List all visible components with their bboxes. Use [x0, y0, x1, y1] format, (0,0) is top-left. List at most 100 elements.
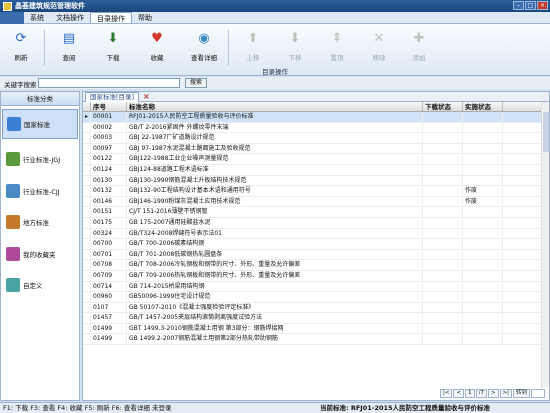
goto-button[interactable]: 转到 — [513, 389, 531, 398]
row-number: 00132 — [91, 186, 127, 196]
view-button[interactable]: ▤ 查阅 — [52, 28, 86, 66]
column-header-name[interactable]: 标准名称 — [127, 102, 423, 111]
prev-page-button[interactable]: < — [453, 389, 465, 398]
table-row[interactable]: 00175 GB 175-2007通用硅酸盐水泥 — [83, 217, 549, 229]
download-status — [423, 186, 463, 196]
favorite-button[interactable]: ♥ 收藏 — [140, 28, 174, 66]
download-status — [423, 122, 463, 133]
column-header-no[interactable]: 序号 — [91, 102, 127, 111]
move-down-button[interactable]: ⬇ 下移 — [278, 28, 312, 66]
maximize-icon[interactable]: □ — [525, 1, 536, 10]
table-row[interactable]: 00151 CJ/T 151-2016薄壁不锈钢管 — [83, 207, 549, 218]
table-row[interactable]: 00124 GBJ124-88道路工程术语标准 — [83, 164, 549, 176]
menu-system[interactable]: 系统 — [24, 12, 50, 23]
table-row[interactable]: 00708 GB/T 708-2006冷轧钢板和钢带的尺寸、外形、重量及允许偏差 — [83, 260, 549, 271]
table-row[interactable]: 00709 GB/T 709-2006热轧钢板和钢带的尺寸、外形、重量及允许偏差 — [83, 270, 549, 282]
scrollbar-thumb[interactable] — [543, 112, 549, 152]
table-row[interactable]: 01457 GB/T 1457-2005夹层结构滚筒剥离强度试验方法 — [83, 313, 549, 324]
column-header-status[interactable]: 实施状态 — [463, 102, 503, 111]
standard-name: GB 714-2015桥梁用结构钢 — [127, 281, 423, 292]
status-bar: F1: 下载 F3: 查看 F4: 收藏 F5: 刷新 F6: 查看详细 未登录… — [0, 402, 550, 413]
implementation-status — [463, 249, 503, 260]
download-status — [423, 133, 463, 143]
table-row[interactable]: 00003 GBJ 22-1987厂矿道路设计规范 — [83, 133, 549, 144]
row-indicator — [83, 334, 91, 345]
table-row[interactable]: 00002 GB/T 2-2016紧固件 外螺纹零件末端 — [83, 122, 549, 134]
table-row[interactable]: 00132 GBJ132-90工程结构设计基本术语和通用符号 作废 — [83, 186, 549, 197]
column-header-download[interactable]: 下载状态 — [423, 102, 463, 111]
app-menu-button[interactable] — [0, 12, 24, 24]
next-page-button[interactable]: > — [487, 389, 499, 398]
standard-name: GB/T 1457-2005夹层结构滚筒剥离强度试验方法 — [127, 313, 423, 323]
implementation-status — [463, 217, 503, 228]
tab-strip: 国家标准[目录] × — [83, 92, 549, 102]
sidebar-item-local[interactable]: 地方标准 — [2, 207, 78, 237]
first-page-button[interactable]: |< — [440, 389, 453, 398]
tab-national-catalog[interactable]: 国家标准[目录] — [85, 92, 140, 102]
folder-icon — [6, 152, 20, 166]
ribbon-separator — [44, 30, 45, 66]
refresh-button[interactable]: ⟳ 刷新 — [4, 28, 38, 66]
standard-name: CJ/T 151-2016薄壁不锈钢管 — [127, 207, 423, 217]
close-icon[interactable]: × — [537, 1, 548, 10]
table-row[interactable]: 01499 GBT 1499.3-2010钢筋混凝土用钢 第3部分：钢筋焊接网 — [83, 323, 549, 335]
vertical-scrollbar[interactable] — [541, 102, 549, 388]
sidebar-item-jgj[interactable]: 行业标准-JGJ — [2, 144, 78, 174]
menu-catalog[interactable]: 目录操作 — [90, 12, 132, 23]
remove-button[interactable]: ✕ 移除 — [362, 28, 396, 66]
close-icon[interactable]: × — [143, 92, 150, 101]
download-button[interactable]: ⬇ 下载 — [96, 28, 130, 66]
row-number: 00151 — [91, 207, 127, 217]
row-indicator — [83, 249, 91, 260]
table-row[interactable]: 01499 GB 1499.2-2007钢筋混凝土用钢第2部分热轧带肋钢筋 — [83, 334, 549, 346]
sidebar-item-national[interactable]: 国家标准 — [2, 109, 78, 139]
sidebar-item-favorites[interactable]: 我的收藏夹 — [2, 239, 78, 269]
ribbon-separator — [228, 30, 229, 66]
table-row[interactable]: 00714 GB 714-2015桥梁用结构钢 — [83, 281, 549, 293]
table-row[interactable]: 00146 GBJ146-1990粉煤灰混凝土应用技术规范 作废 — [83, 196, 549, 208]
minimize-icon[interactable]: – — [513, 1, 524, 10]
move-up-button[interactable]: ⬆ 上移 — [236, 28, 270, 66]
standard-name: GB/T 701-2008低碳钢热轧圆盘条 — [127, 249, 423, 260]
catalog-panel: 国家标准[目录] × 序号 标准名称 下载状态 实施状态 ▸ 00001 RFJ01… — [82, 91, 550, 401]
row-indicator — [83, 313, 91, 323]
table-row[interactable]: 00130 GBJ130-1990钢筋混凝土升板结构技术规范 — [83, 175, 549, 187]
table-row[interactable]: 0107 GB 50107-2010《混凝土强度检验评定标准》 — [83, 302, 549, 314]
download-status — [423, 228, 463, 239]
table-row[interactable]: 00700 GB/T 700-2006碳素结构钢 — [83, 239, 549, 250]
table-row[interactable]: 00097 GBJ 97-1987水泥混凝土路面施工及验收规范 — [83, 143, 549, 155]
download-status — [423, 281, 463, 292]
row-indicator — [83, 143, 91, 154]
table-row[interactable]: 00122 GBJ122-1988工业企业噪声测量规范 — [83, 154, 549, 165]
folder-icon — [6, 215, 20, 229]
standard-name: GB50096-1999住宅设计规范 — [127, 292, 423, 302]
last-page-button[interactable]: >| — [499, 389, 513, 398]
add-button[interactable]: ✚ 添加 — [402, 28, 436, 66]
menu-help[interactable]: 帮助 — [132, 12, 158, 23]
row-number: 00146 — [91, 196, 127, 207]
table-row[interactable]: 00960 GB50096-1999住宅设计规范 — [83, 292, 549, 303]
implementation-status: 作废 — [463, 196, 503, 207]
row-number: 00701 — [91, 249, 127, 260]
implementation-status — [463, 334, 503, 345]
sidebar-item-cjj[interactable]: 行业标准-CJJ — [2, 176, 78, 206]
page-total: /7 — [475, 389, 487, 398]
menu-document[interactable]: 文档操作 — [50, 12, 90, 23]
download-status — [423, 260, 463, 270]
table-row[interactable]: 00701 GB/T 701-2008低碳钢热轧圆盘条 — [83, 249, 549, 261]
implementation-status — [463, 270, 503, 281]
move-top-button[interactable]: ⇞ 置顶 — [320, 28, 354, 66]
page-number[interactable]: 1 — [465, 389, 475, 398]
standard-name: GB/T 708-2006冷轧钢板和钢带的尺寸、外形、重量及允许偏差 — [127, 260, 423, 270]
search-input[interactable] — [38, 78, 180, 88]
implementation-status — [463, 323, 503, 334]
table-row[interactable]: ▸ 00001 RFJ01-2015人民防空工程质量验收与评价标准 — [83, 112, 549, 123]
search-button[interactable]: 搜索 — [185, 78, 207, 88]
ribbon-toolbar: ⟳ 刷新 ▤ 查阅 ⬇ 下载 ♥ 收藏 ◉ 查看详细 ⬆ 上移 ⬇ 下移 ⇞ 置… — [0, 24, 550, 76]
standard-name: GBJ132-90工程结构设计基本术语和通用符号 — [127, 186, 423, 196]
download-status — [423, 175, 463, 186]
details-button[interactable]: ◉ 查看详细 — [184, 28, 224, 66]
goto-page-input[interactable] — [531, 389, 546, 398]
table-row[interactable]: 00324 GB/T324-2008焊缝符号表示法01 — [83, 228, 549, 240]
sidebar-item-custom[interactable]: 自定义 — [2, 270, 78, 300]
